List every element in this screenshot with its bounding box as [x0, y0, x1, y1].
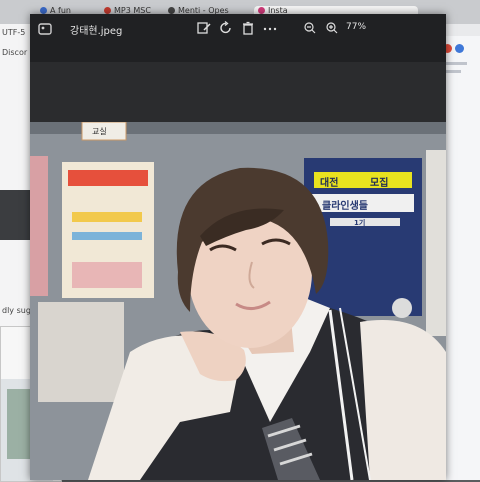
poster-line: 모집 [370, 178, 389, 189]
right-poster [426, 150, 446, 336]
tab-favicon-icon [104, 7, 111, 14]
photo-viewer-window: 강태현.jpeg 77% 교실 대전 모집 클라인생들 1기 [30, 14, 446, 480]
rotate-icon[interactable] [218, 20, 234, 36]
file-name: 강태현.jpeg [70, 26, 123, 37]
tab-favicon-icon [40, 7, 47, 14]
zoom-level: 77% [346, 22, 367, 32]
poster-line: 클라인생들 [322, 201, 368, 212]
profile-icon[interactable] [455, 44, 464, 53]
background-page-right [440, 36, 480, 480]
left-poster [30, 156, 48, 296]
more-icon[interactable] [262, 20, 278, 36]
poster-strip [72, 232, 142, 240]
text-line [445, 70, 461, 73]
background-dark-strip [0, 190, 34, 240]
zoom-out-icon[interactable] [302, 20, 318, 36]
photos-app-icon [38, 23, 52, 35]
tab-favicon-icon [258, 7, 265, 14]
shirt-sleeve-right [360, 320, 446, 480]
viewer-toolbar: 강태현.jpeg 77% [30, 14, 446, 62]
text-line [445, 62, 467, 65]
left-text-top: UTF-5 [2, 28, 26, 37]
poster-line: 1기 [354, 219, 366, 227]
poster-line: 대전 [320, 178, 339, 189]
poster-strip [72, 212, 142, 222]
poster-strip [72, 262, 142, 288]
delete-icon[interactable] [240, 20, 256, 36]
classroom-sign-text: 교실 [92, 127, 107, 136]
tab-favicon-icon [168, 7, 175, 14]
poster-header [68, 170, 148, 186]
poster-logo [392, 298, 412, 318]
edit-icon[interactable] [196, 20, 212, 36]
photo-content[interactable]: 교실 대전 모집 클라인생들 1기 [30, 122, 446, 480]
zoom-in-icon[interactable] [324, 20, 340, 36]
left-text-mid: Discor [2, 48, 28, 57]
bulletin-board [38, 302, 124, 402]
